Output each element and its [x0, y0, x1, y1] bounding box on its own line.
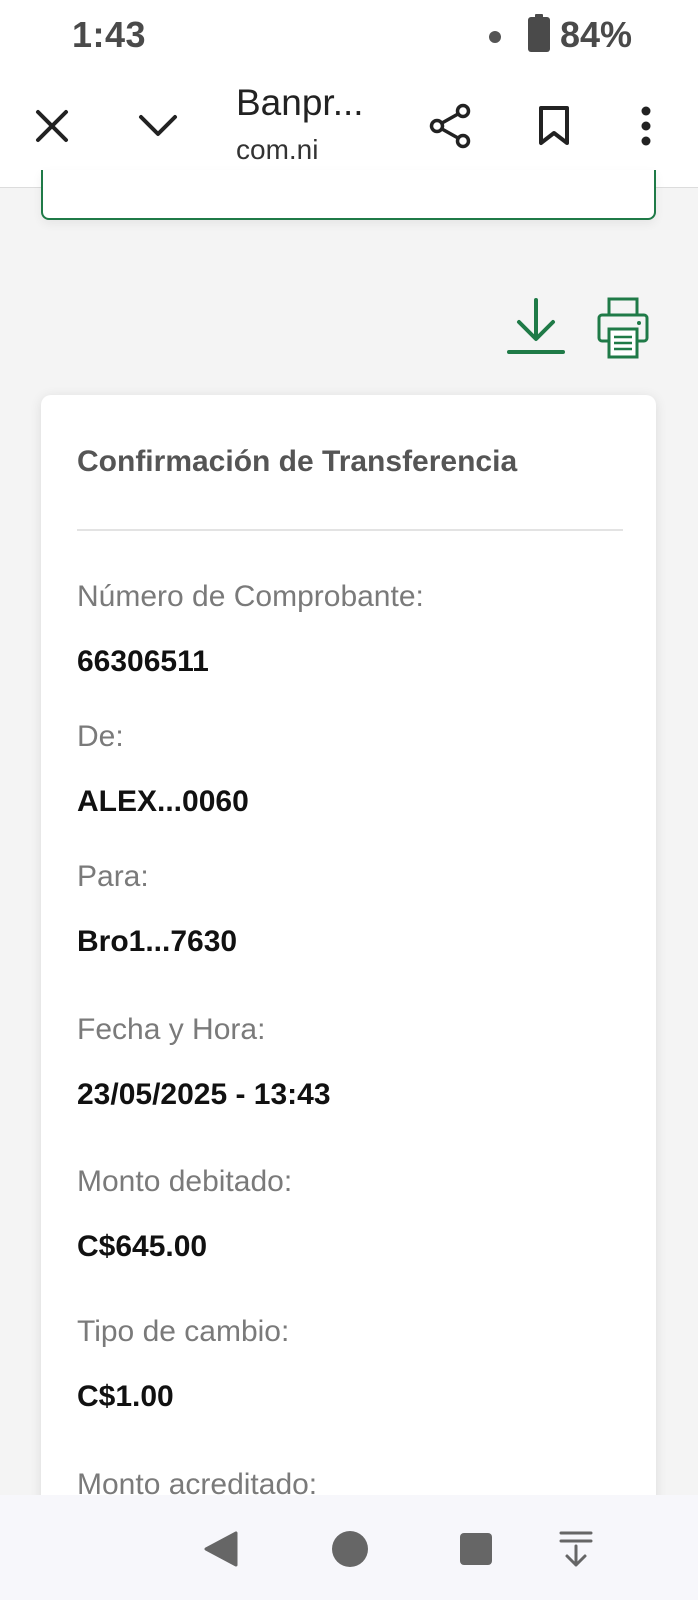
receipt-card: Confirmación de Transferencia Número de … [41, 395, 656, 1515]
exchange-rate-value: C$1.00 [77, 1380, 174, 1413]
status-bar: 1:43 84% [0, 0, 698, 70]
debited-amount-label: Monto debitado: [77, 1165, 293, 1198]
status-time: 1:43 [72, 14, 147, 55]
exchange-rate-label: Tipo de cambio: [77, 1315, 290, 1348]
back-button[interactable] [196, 1525, 244, 1573]
page-title-block[interactable]: Banpr... com.ni [236, 82, 396, 166]
chevron-down-icon [139, 115, 177, 136]
bookmark-button[interactable] [530, 100, 578, 152]
minimize-button[interactable] [132, 102, 184, 150]
close-icon [36, 110, 68, 142]
date-time-label: Fecha y Hora: [77, 1013, 266, 1046]
print-button[interactable] [596, 296, 650, 360]
card-title: Confirmación de Transferencia [77, 445, 518, 478]
back-icon [204, 1531, 238, 1567]
more-vertical-icon [641, 106, 651, 146]
voucher-number-label: Número de Comprobante: [77, 580, 424, 613]
notification-dot-icon [489, 31, 501, 43]
nav-collapse-button[interactable] [552, 1525, 600, 1573]
from-label: De: [77, 720, 124, 753]
share-button[interactable] [424, 100, 476, 152]
system-nav-bar [0, 1495, 698, 1600]
bookmark-icon [539, 106, 569, 145]
nav-collapse-icon [559, 1531, 593, 1567]
battery-level: 84% [560, 14, 633, 55]
close-button[interactable] [28, 102, 76, 150]
more-options-button[interactable] [626, 100, 666, 152]
to-label: Para: [77, 860, 149, 893]
download-button[interactable] [506, 296, 566, 360]
page-title: Banpr... [236, 82, 364, 123]
from-value: ALEX...0060 [77, 785, 249, 818]
recents-icon [460, 1533, 492, 1565]
to-value: Bro1...7630 [77, 925, 238, 958]
download-icon [507, 298, 565, 354]
home-button[interactable] [326, 1525, 374, 1573]
previous-card-edge [41, 170, 656, 220]
date-time-value: 23/05/2025 - 13:43 [77, 1078, 331, 1111]
home-icon [332, 1531, 368, 1567]
share-icon [429, 103, 471, 149]
battery-icon [528, 14, 550, 52]
debited-amount-value: C$645.00 [77, 1230, 208, 1263]
page-domain: com.ni [236, 134, 319, 165]
divider [77, 529, 623, 531]
voucher-number-value: 66306511 [77, 645, 209, 678]
recents-button[interactable] [452, 1525, 500, 1573]
print-icon [597, 297, 649, 359]
